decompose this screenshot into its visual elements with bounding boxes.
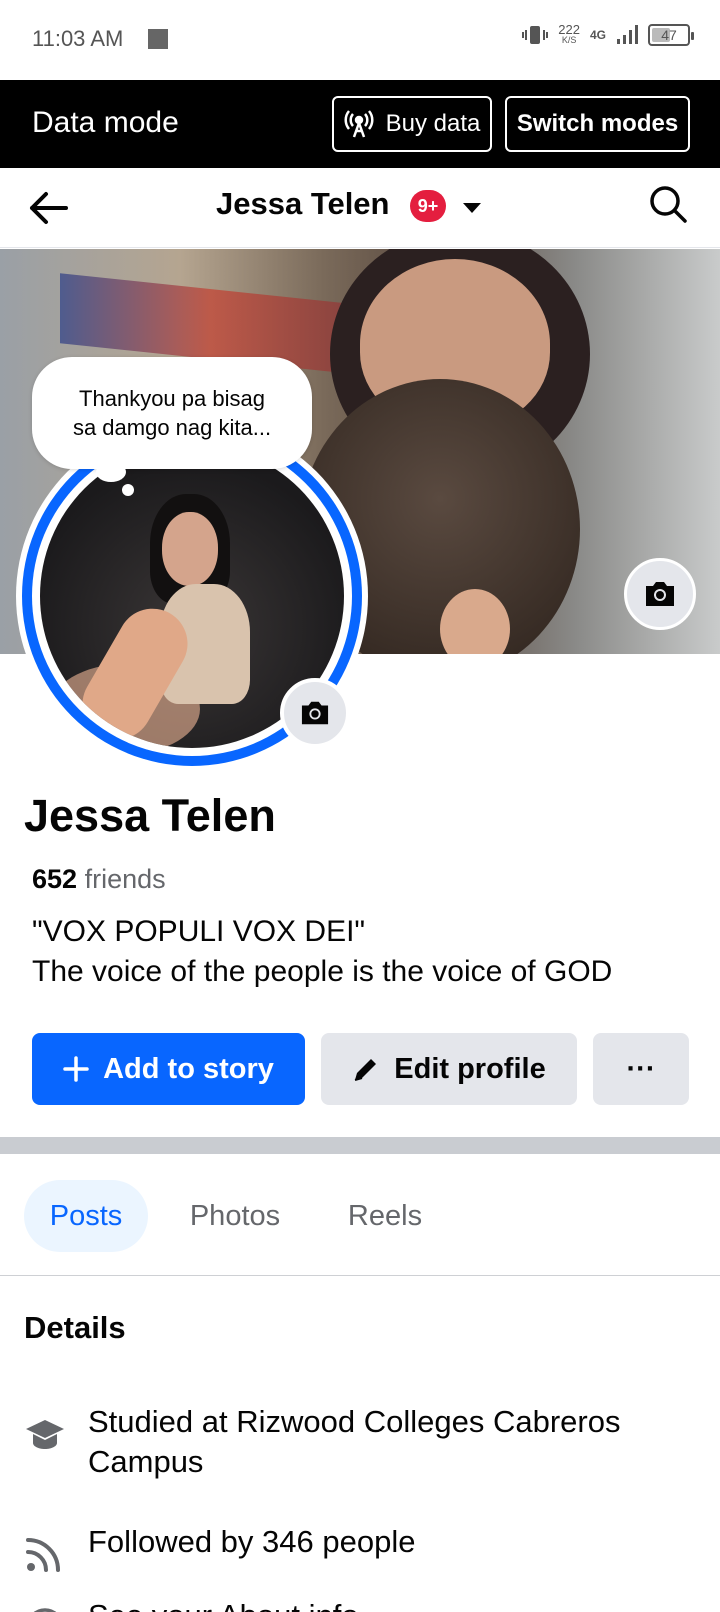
detail-followers-text: Followed by 346 people [88, 1524, 416, 1559]
buy-data-label: Buy data [385, 110, 481, 137]
signal-icon [617, 25, 638, 44]
detail-about-text: See your About info [88, 1596, 688, 1612]
camera-icon [301, 701, 329, 725]
tab-posts[interactable]: Posts [24, 1180, 148, 1252]
network-type: 4G [589, 28, 606, 42]
back-arrow-icon[interactable] [26, 188, 70, 228]
profile-tabs: Posts Photos Reels [0, 1154, 720, 1276]
detail-education: Studied at Rizwood Colleges Cabreros Cam… [24, 1402, 688, 1482]
net-speed-value: 222 [558, 22, 580, 37]
bio-line-2: The voice of the people is the voice of … [32, 955, 613, 988]
search-icon[interactable] [648, 184, 688, 224]
note-line-2: sa damgo nag kita... [72, 415, 272, 440]
tab-reels[interactable]: Reels [330, 1180, 440, 1252]
profile-bio: "VOX POPULI VOX DEI" The voice of the pe… [32, 912, 612, 992]
avatar-face [162, 512, 218, 586]
details-heading: Details [24, 1310, 126, 1345]
battery-icon: 47 [648, 24, 694, 46]
detail-followers[interactable]: Followed by 346 people [24, 1522, 688, 1574]
add-to-story-label: Add to story [103, 1052, 274, 1085]
notification-badge[interactable]: 9+ [410, 190, 446, 222]
note-line-1: Thankyou pa bisag [79, 386, 265, 411]
profile-name: Jessa Telen [24, 790, 276, 841]
rss-feed-icon [26, 1538, 60, 1572]
edit-cover-camera-button[interactable] [624, 558, 696, 630]
more-options-button[interactable]: ··· [593, 1033, 689, 1105]
detail-education-text: Studied at Rizwood Colleges Cabreros Cam… [88, 1404, 621, 1479]
switch-modes-label: Switch modes [516, 110, 679, 137]
edit-avatar-camera-button[interactable] [280, 678, 350, 748]
detail-about[interactable]: See your About info [24, 1596, 688, 1612]
friends-label: friends [84, 864, 166, 894]
bio-line-1: "VOX POPULI VOX DEI" [32, 915, 366, 948]
note-bubble-tail-small [122, 484, 134, 496]
buy-data-button[interactable]: Buy data [332, 96, 492, 152]
pencil-icon [354, 1059, 377, 1081]
notification-square-icon [148, 29, 168, 49]
vibrate-icon [522, 26, 549, 44]
status-bar: 11:03 AM 222 K/S 4G 47 [0, 0, 720, 80]
status-time: 11:03 AM [32, 26, 124, 51]
note-bubble[interactable]: Thankyou pa bisag sa damgo nag kita... [32, 357, 312, 469]
chevron-down-icon[interactable] [462, 202, 482, 214]
status-icons: 222 K/S 4G 47 [522, 22, 694, 46]
more-options-icon: ··· [626, 1052, 656, 1085]
net-speed-unit: K/S [561, 35, 577, 45]
graduation-cap-icon [26, 1420, 64, 1449]
header-profile-name[interactable]: Jessa Telen [216, 186, 389, 222]
info-icon [33, 1608, 57, 1612]
switch-modes-button[interactable]: Switch modes [505, 96, 690, 152]
note-bubble-tail-large [96, 462, 126, 482]
net-speed: 222 K/S [558, 22, 580, 45]
data-mode-bar: Data mode Buy data Switch modes [0, 80, 720, 168]
edit-profile-button[interactable]: Edit profile [321, 1033, 577, 1105]
edit-profile-label: Edit profile [394, 1052, 546, 1085]
friends-count[interactable]: 652 friends [32, 864, 166, 895]
battery-level: 47 [661, 27, 677, 43]
camera-icon [646, 582, 674, 606]
plus-icon [63, 1056, 89, 1082]
profile-header: Jessa Telen 9+ [0, 168, 720, 248]
friends-number: 652 [32, 864, 78, 894]
tab-photos[interactable]: Photos [170, 1180, 300, 1252]
broadcast-icon [344, 110, 374, 138]
data-mode-title: Data mode [32, 106, 179, 139]
section-divider [0, 1137, 720, 1154]
add-to-story-button[interactable]: Add to story [32, 1033, 305, 1105]
